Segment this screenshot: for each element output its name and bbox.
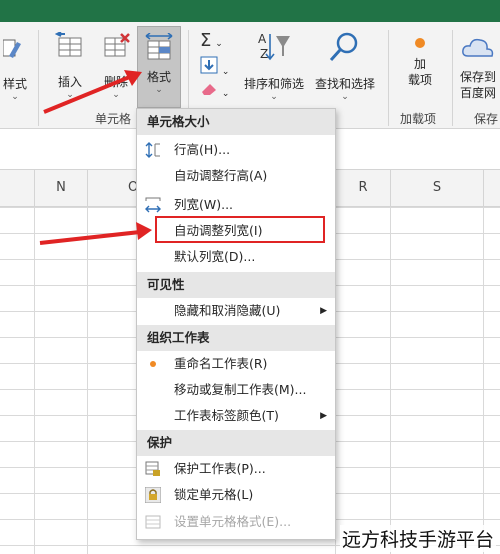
column-header-r[interactable]: R bbox=[336, 170, 391, 206]
grid-line bbox=[87, 207, 88, 554]
rename-bullet-icon bbox=[150, 361, 156, 367]
section-protection: 保护 bbox=[137, 430, 335, 456]
menu-item-label: 重命名工作表(R) bbox=[174, 356, 268, 371]
sort-filter-icon: A Z bbox=[258, 32, 290, 61]
chevron-down-icon: ⌄ bbox=[215, 39, 223, 49]
column-header-m[interactable] bbox=[0, 170, 35, 206]
clear-button[interactable]: ⌄ bbox=[200, 82, 240, 99]
format-cells-icon bbox=[145, 515, 161, 529]
format-cells-icon bbox=[145, 33, 173, 60]
delete-button[interactable]: 删除 ⌄ bbox=[96, 32, 136, 100]
addins-label-top: 加 bbox=[413, 57, 426, 71]
menu-item-label: 列宽(W)... bbox=[174, 197, 234, 212]
lock-icon bbox=[145, 487, 161, 503]
svg-text:A: A bbox=[258, 32, 267, 46]
submenu-arrow-icon: ▶ bbox=[320, 306, 327, 316]
menu-item-format-cells[interactable]: 设置单元格格式(E)... bbox=[137, 509, 335, 535]
sort-filter-button[interactable]: A Z 排序和筛选 ⌄ bbox=[240, 30, 308, 102]
menu-item-move-copy-sheet[interactable]: 移动或复制工作表(M)... bbox=[137, 377, 335, 403]
sigma-icon: Σ bbox=[200, 30, 212, 51]
menu-item-tab-color[interactable]: 工作表标签颜色(T) ▶ bbox=[137, 403, 335, 429]
chevron-down-icon: ⌄ bbox=[155, 85, 163, 95]
baidu-cloud-icon bbox=[462, 38, 494, 57]
fill-down-icon bbox=[200, 56, 218, 74]
chevron-down-icon: ⌄ bbox=[11, 92, 19, 102]
watermark-text: 远方科技手游平台 bbox=[339, 525, 496, 552]
menu-item-lock-cell[interactable]: 锁定单元格(L) bbox=[137, 482, 335, 508]
grid-line bbox=[34, 207, 35, 554]
menu-item-autofit-row[interactable]: 自动调整行高(A) bbox=[137, 163, 335, 189]
autosum-button[interactable]: Σ ⌄ bbox=[200, 30, 240, 51]
save-baidu-label-top: 保存到 bbox=[460, 70, 497, 84]
grid-line bbox=[390, 207, 391, 554]
menu-item-label: 保护工作表(P)... bbox=[174, 461, 266, 476]
addins-button[interactable]: 加 载项 bbox=[400, 36, 440, 88]
addins-icon bbox=[415, 38, 425, 48]
insert-label: 插入 bbox=[57, 75, 82, 89]
delete-label: 删除 bbox=[103, 75, 128, 89]
grid-line bbox=[483, 207, 484, 554]
format-label: 格式 bbox=[146, 70, 171, 84]
save-baidu-button[interactable]: 保存到 百度网 bbox=[460, 34, 500, 101]
addins-label-bottom: 载项 bbox=[407, 73, 432, 87]
menu-item-label: 默认列宽(D)... bbox=[174, 249, 256, 264]
format-dropdown-menu: 单元格大小 行高(H)... 自动调整行高(A) 列宽(W)... 自动调整列宽… bbox=[136, 108, 336, 540]
group-separator bbox=[388, 30, 389, 126]
protect-sheet-icon bbox=[145, 461, 160, 476]
insert-cells-icon bbox=[55, 32, 82, 57]
row-height-icon bbox=[145, 142, 160, 158]
chevron-down-icon: ⌄ bbox=[221, 67, 230, 77]
menu-item-label: 锁定单元格(L) bbox=[174, 487, 254, 502]
menu-item-label: 自动调整行高(A) bbox=[174, 168, 268, 183]
addins-group-label: 加载项 bbox=[400, 112, 437, 126]
chevron-down-icon: ⌄ bbox=[221, 89, 230, 99]
cells-group-label: 单元格 bbox=[95, 112, 132, 126]
section-organize-sheets: 组织工作表 bbox=[137, 325, 335, 351]
menu-item-protect-sheet[interactable]: 保护工作表(P)... bbox=[137, 456, 335, 482]
find-select-button[interactable]: 查找和选择 ⌄ bbox=[311, 30, 379, 102]
insert-button[interactable]: 插入 ⌄ bbox=[50, 32, 90, 100]
find-select-label: 查找和选择 bbox=[314, 77, 375, 91]
delete-cells-icon bbox=[104, 33, 130, 57]
title-bar bbox=[0, 0, 500, 22]
menu-item-label: 移动或复制工作表(M)... bbox=[174, 382, 307, 397]
section-visibility: 可见性 bbox=[137, 272, 335, 298]
column-width-icon bbox=[145, 197, 161, 213]
magnifier-icon bbox=[329, 32, 358, 62]
chevron-down-icon: ⌄ bbox=[341, 92, 349, 102]
chevron-down-icon: ⌄ bbox=[66, 90, 74, 100]
menu-item-hide-unhide[interactable]: 隐藏和取消隐藏(U) ▶ bbox=[137, 298, 335, 324]
menu-item-default-width[interactable]: 默认列宽(D)... bbox=[137, 244, 335, 270]
menu-item-row-height[interactable]: 行高(H)... bbox=[137, 137, 335, 163]
save-group-label: 保存 bbox=[474, 112, 499, 126]
chevron-down-icon: ⌄ bbox=[112, 90, 120, 100]
menu-item-column-width[interactable]: 列宽(W)... bbox=[137, 192, 335, 218]
section-cell-size: 单元格大小 bbox=[137, 109, 335, 135]
group-separator bbox=[452, 30, 453, 126]
eraser-icon bbox=[202, 84, 216, 95]
format-button[interactable]: 格式 ⌄ bbox=[137, 26, 181, 108]
menu-item-rename-sheet[interactable]: 重命名工作表(R) bbox=[137, 351, 335, 377]
sort-filter-label: 排序和筛选 bbox=[243, 77, 304, 91]
submenu-arrow-icon: ▶ bbox=[320, 411, 327, 421]
column-header-s[interactable]: S bbox=[391, 170, 484, 206]
menu-item-label: 设置单元格格式(E)... bbox=[174, 514, 292, 529]
highlight-box bbox=[155, 216, 325, 243]
save-baidu-label-bottom: 百度网 bbox=[460, 86, 497, 100]
menu-item-label: 工作表标签颜色(T) bbox=[174, 408, 279, 423]
fill-button[interactable]: ⌄ bbox=[200, 56, 240, 77]
menu-item-label: 隐藏和取消隐藏(U) bbox=[174, 303, 281, 318]
cell-styles-label: 样式 bbox=[2, 77, 27, 91]
cell-styles-icon bbox=[3, 39, 21, 58]
chevron-down-icon: ⌄ bbox=[270, 92, 278, 102]
cell-styles-button[interactable]: 样式 ⌄ bbox=[0, 36, 30, 102]
column-header-n[interactable]: N bbox=[35, 170, 88, 206]
group-separator bbox=[38, 30, 39, 126]
menu-item-label: 行高(H)... bbox=[174, 142, 231, 157]
